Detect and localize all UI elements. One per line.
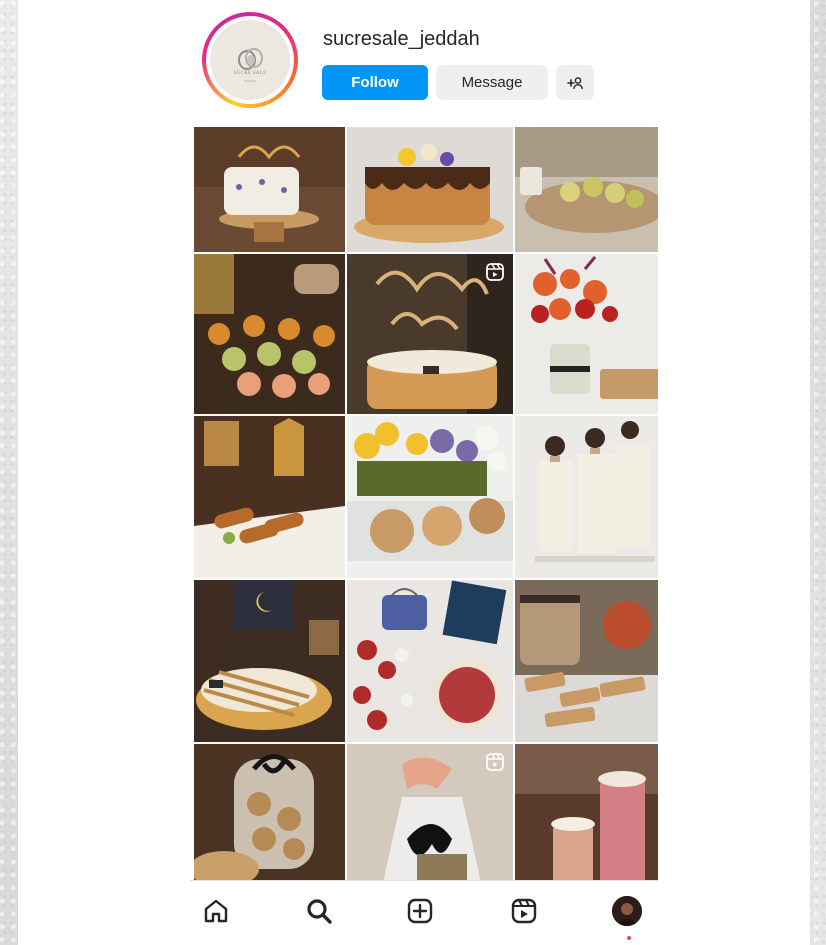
post-tile[interactable] <box>515 127 658 252</box>
message-button[interactable]: Message <box>436 65 548 100</box>
posts-grid <box>194 127 658 887</box>
flowers-and-cookies-image <box>515 254 658 414</box>
post-tile[interactable] <box>194 254 345 414</box>
cupcakes-platter-image <box>194 254 345 414</box>
post-tile[interactable] <box>194 580 345 742</box>
suggest-users-button[interactable] <box>556 65 594 100</box>
flower-arrangement-with-cookies-image <box>347 416 513 578</box>
post-tile[interactable] <box>194 127 345 252</box>
post-tile[interactable] <box>515 580 658 742</box>
create-post-icon <box>407 898 433 924</box>
post-tile[interactable] <box>347 580 513 742</box>
post-tile[interactable] <box>347 416 513 578</box>
bottom-navigation-bar <box>190 880 658 945</box>
user-photo-icon <box>612 896 642 926</box>
home-icon <box>204 899 228 923</box>
nav-search[interactable] <box>303 895 335 927</box>
crescent-tart-image <box>194 580 345 742</box>
nav-profile[interactable] <box>611 895 643 927</box>
post-tile[interactable] <box>515 416 658 578</box>
flowers-and-bags-image <box>347 580 513 742</box>
reels-icon <box>511 898 537 924</box>
brand-logo-icon <box>238 48 263 70</box>
chocolate-drip-cake-image <box>347 127 513 252</box>
biscotti-and-tea-image <box>515 580 658 742</box>
search-icon <box>307 899 332 924</box>
post-tile[interactable] <box>347 127 513 252</box>
lantern-and-rolls-image <box>194 416 345 578</box>
notification-dot <box>627 936 631 940</box>
post-tile[interactable] <box>347 254 513 414</box>
profile-avatar-story-ring[interactable]: SUCRE SALÉ JEDDAH <box>202 12 298 108</box>
reel-icon <box>486 753 504 771</box>
post-tile[interactable] <box>194 744 345 887</box>
reel-icon <box>486 263 504 281</box>
three-women-in-white-image <box>515 416 658 578</box>
profile-avatar <box>612 896 642 926</box>
pistachio-pastries-image <box>515 127 658 252</box>
instagram-profile-screen: SUCRE SALÉ JEDDAH sucresale_jeddah Follo… <box>190 0 658 945</box>
add-person-icon <box>567 76 583 89</box>
cake-with-topper-image <box>194 127 345 252</box>
logo-text: SUCRE SALÉ <box>233 71 267 76</box>
post-tile[interactable] <box>515 254 658 414</box>
post-tile[interactable] <box>515 744 658 887</box>
post-tile[interactable] <box>347 744 513 887</box>
profile-avatar: SUCRE SALÉ JEDDAH <box>210 20 290 100</box>
follow-button[interactable]: Follow <box>322 65 428 100</box>
nav-create-post[interactable] <box>404 895 436 927</box>
nav-reels[interactable] <box>508 895 540 927</box>
pink-drinks-image <box>515 744 658 887</box>
logo-subtext: JEDDAH <box>243 79 256 83</box>
nav-home[interactable] <box>200 895 232 927</box>
profile-username: sucresale_jeddah <box>323 28 480 50</box>
cookie-jar-image <box>194 744 345 887</box>
post-tile[interactable] <box>194 416 345 578</box>
